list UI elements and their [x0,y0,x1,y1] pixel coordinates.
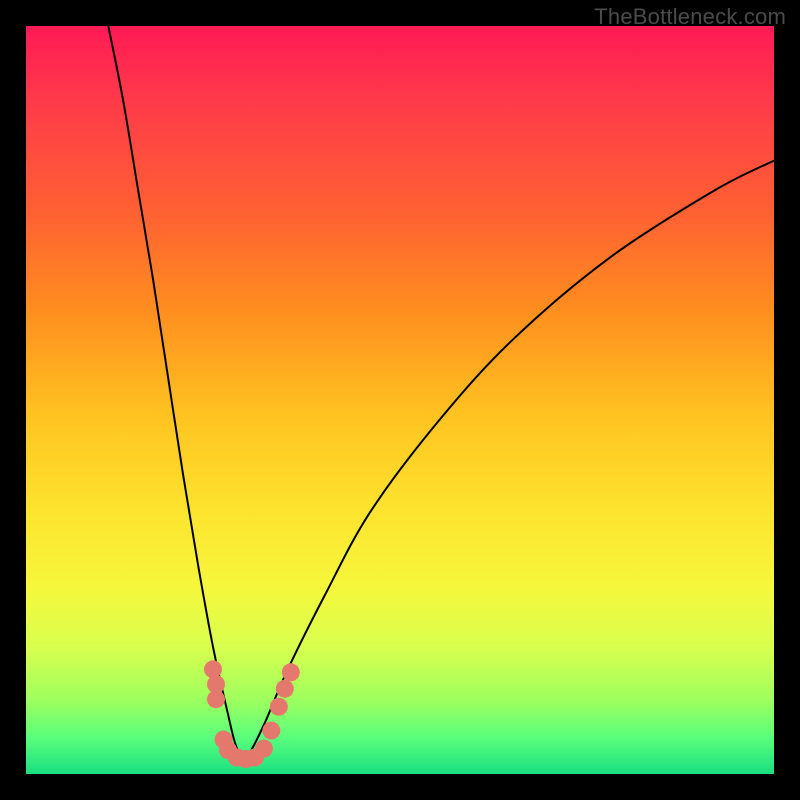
chart-plot-area [26,26,774,774]
chart-frame: TheBottleneck.com [0,0,800,800]
data-marker [207,690,225,708]
data-marker [204,660,222,678]
data-marker [270,698,288,716]
data-marker [255,740,273,758]
data-marker [276,680,294,698]
watermark-text: TheBottleneck.com [594,4,786,30]
bottleneck-curve [108,26,774,759]
data-marker [262,722,280,740]
data-marker [282,663,300,681]
chart-svg [26,26,774,774]
